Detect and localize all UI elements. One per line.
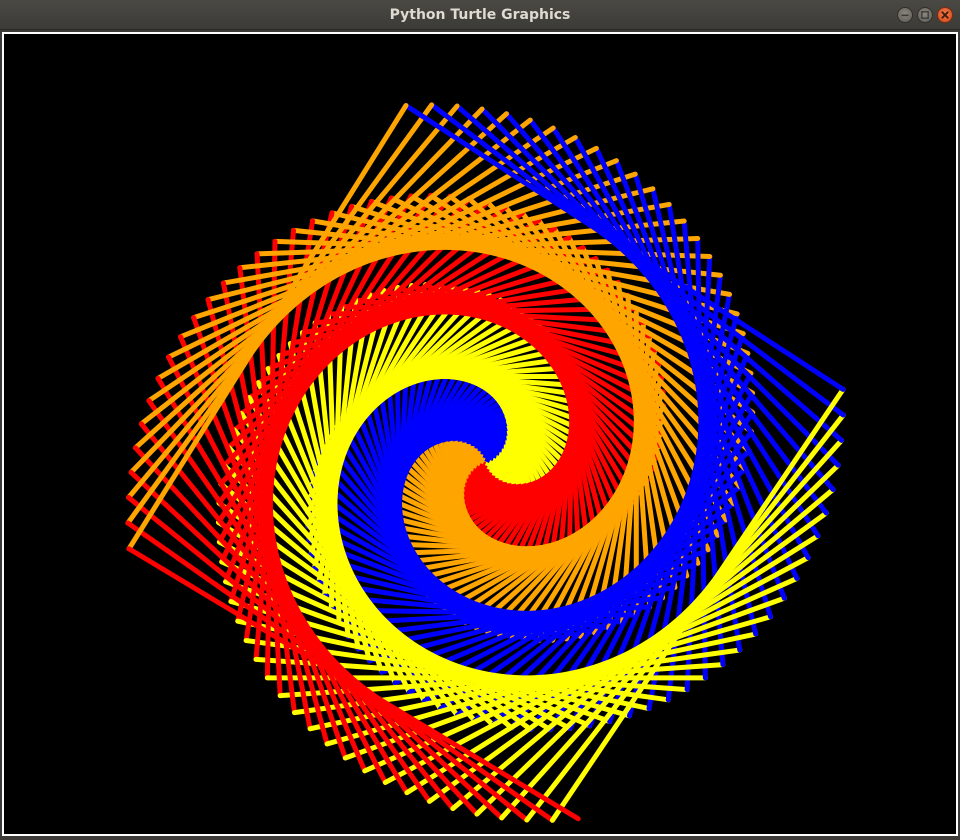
turtle-canvas[interactable] xyxy=(4,34,956,834)
minimize-icon xyxy=(901,14,909,17)
minimize-button[interactable] xyxy=(897,7,913,23)
close-icon xyxy=(941,11,949,19)
app-window: Python Turtle Graphics xyxy=(0,0,960,840)
spiral-lines xyxy=(125,102,846,823)
maximize-icon xyxy=(921,11,929,19)
title-bar[interactable]: Python Turtle Graphics xyxy=(0,0,960,30)
window-title: Python Turtle Graphics xyxy=(389,7,571,23)
turtle-canvas-frame xyxy=(2,32,958,836)
maximize-button[interactable] xyxy=(917,7,933,23)
turtle-drawing xyxy=(125,102,846,823)
close-button[interactable] xyxy=(937,7,953,23)
